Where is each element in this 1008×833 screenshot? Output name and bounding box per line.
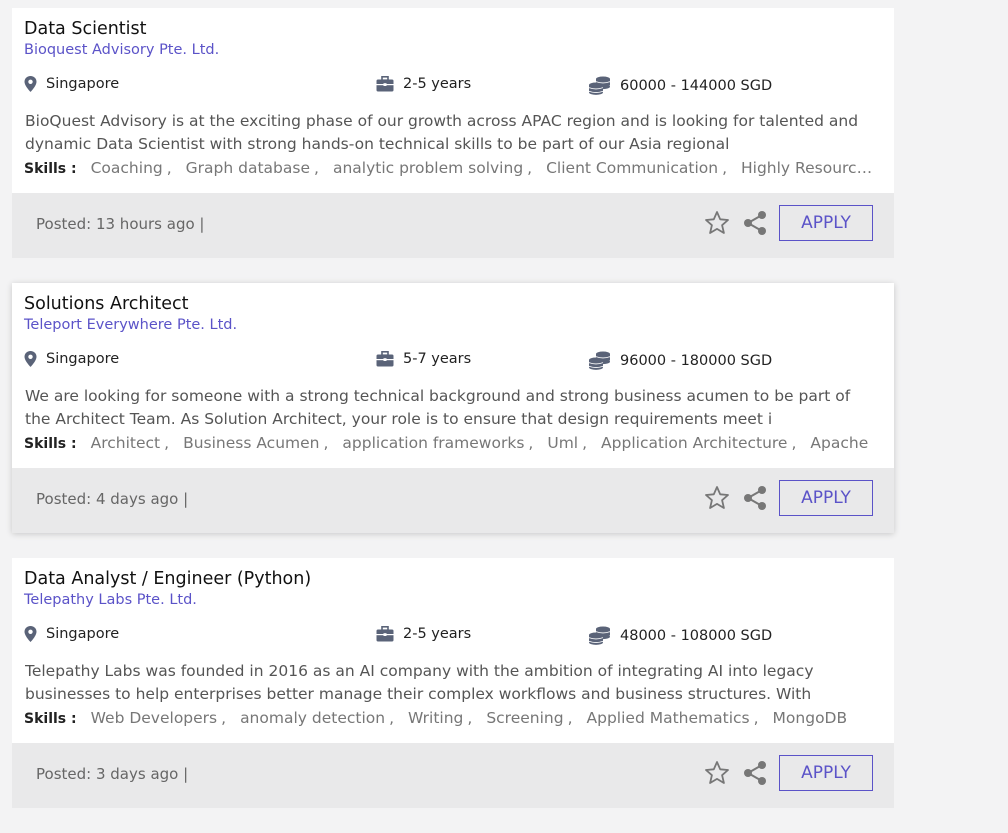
job-description: BioQuest Advisory is at the exciting pha… bbox=[25, 112, 859, 153]
briefcase-icon bbox=[376, 76, 394, 92]
location-text: Singapore bbox=[46, 626, 120, 642]
skills-label: Skills : bbox=[24, 436, 77, 452]
location-text: Singapore bbox=[46, 351, 120, 367]
skill-tag: anomaly detection bbox=[240, 709, 386, 727]
skill-tag: Client Communication bbox=[546, 159, 719, 177]
job-card[interactable]: Data Analyst / Engineer (Python) Telepat… bbox=[12, 558, 894, 808]
skill-tag: Coaching bbox=[90, 159, 163, 177]
job-list: Data Scientist Bioquest Advisory Pte. Lt… bbox=[12, 8, 894, 833]
star-icon[interactable] bbox=[704, 760, 730, 786]
job-experience: 2-5 years bbox=[376, 626, 471, 642]
skill-tag: Architect bbox=[90, 434, 161, 452]
skill-tag: Uml bbox=[547, 434, 579, 452]
briefcase-icon bbox=[376, 351, 394, 367]
coins-stack-icon bbox=[588, 626, 611, 645]
apply-button[interactable]: APPLY bbox=[779, 480, 873, 516]
experience-text: 2-5 years bbox=[403, 626, 472, 642]
skill-tag: MongoDB bbox=[772, 709, 848, 727]
share-icon[interactable] bbox=[743, 760, 767, 786]
skills-label: Skills : bbox=[24, 711, 77, 727]
skills-list: Skills : Architect, Business Acumen, applic… bbox=[24, 434, 869, 452]
skill-tag: application frameworks bbox=[342, 434, 525, 452]
skill-tag: Screening bbox=[486, 709, 564, 727]
job-location: Singapore bbox=[24, 76, 119, 92]
skill-tag: Application Architecture bbox=[601, 434, 788, 452]
job-card[interactable]: Solutions Architect Teleport Everywhere … bbox=[12, 283, 894, 533]
skill-tag: Web Developers bbox=[90, 709, 218, 727]
job-location: Singapore bbox=[24, 351, 119, 367]
skill-tag: Applied Mathematics bbox=[586, 709, 750, 727]
skill-tag: Highly Resourceful bbox=[741, 159, 879, 177]
posted-time: Posted: 3 days ago | bbox=[36, 765, 189, 783]
job-experience: 2-5 years bbox=[376, 76, 471, 92]
location-text: Singapore bbox=[46, 76, 120, 92]
skill-tag: Business Acumen bbox=[183, 434, 320, 452]
job-salary: 48000 - 108000 SGD bbox=[588, 626, 772, 645]
apply-button[interactable]: APPLY bbox=[779, 205, 873, 241]
job-location: Singapore bbox=[24, 626, 119, 642]
skill-tag: analytic problem solving bbox=[332, 159, 524, 177]
share-icon[interactable] bbox=[743, 210, 767, 236]
location-pin-icon bbox=[24, 351, 37, 367]
card-footer: Posted: 3 days ago | APPLY bbox=[12, 743, 894, 808]
company-name[interactable]: Bioquest Advisory Pte. Ltd. bbox=[24, 42, 219, 58]
job-description: We are looking for someone with a strong… bbox=[25, 387, 851, 428]
skills-label: Skills : bbox=[24, 161, 77, 177]
salary-text: 96000 - 180000 SGD bbox=[620, 352, 773, 369]
apply-button[interactable]: APPLY bbox=[779, 755, 873, 791]
location-pin-icon bbox=[24, 76, 37, 92]
salary-text: 60000 - 144000 SGD bbox=[620, 77, 773, 94]
skill-tag: Graph database bbox=[185, 159, 311, 177]
job-salary: 60000 - 144000 SGD bbox=[588, 76, 772, 95]
job-title[interactable]: Solutions Architect bbox=[24, 294, 188, 314]
experience-text: 5-7 years bbox=[403, 351, 472, 367]
skills-list: Skills : Coaching, Graph database, analytic… bbox=[24, 159, 879, 177]
job-experience: 5-7 years bbox=[376, 351, 471, 367]
coins-stack-icon bbox=[588, 76, 611, 95]
salary-text: 48000 - 108000 SGD bbox=[620, 627, 773, 644]
coins-stack-icon bbox=[588, 351, 611, 370]
skill-tag: Apache bbox=[810, 434, 869, 452]
skill-tag: Writing bbox=[408, 709, 464, 727]
card-footer: Posted: 4 days ago | APPLY bbox=[12, 468, 894, 533]
posted-time: Posted: 13 hours ago | bbox=[36, 215, 205, 233]
star-icon[interactable] bbox=[704, 485, 730, 511]
job-title[interactable]: Data Scientist bbox=[24, 19, 147, 39]
briefcase-icon bbox=[376, 626, 394, 642]
experience-text: 2-5 years bbox=[403, 76, 472, 92]
skills-list: Skills : Web Developers, anomaly detection… bbox=[24, 709, 848, 727]
job-salary: 96000 - 180000 SGD bbox=[588, 351, 772, 370]
card-footer: Posted: 13 hours ago | APPLY bbox=[12, 193, 894, 258]
job-title[interactable]: Data Analyst / Engineer (Python) bbox=[24, 569, 311, 589]
location-pin-icon bbox=[24, 626, 37, 642]
share-icon[interactable] bbox=[743, 485, 767, 511]
company-name[interactable]: Telepathy Labs Pte. Ltd. bbox=[24, 592, 197, 608]
star-icon[interactable] bbox=[704, 210, 730, 236]
company-name[interactable]: Teleport Everywhere Pte. Ltd. bbox=[24, 317, 237, 333]
posted-time: Posted: 4 days ago | bbox=[36, 490, 189, 508]
job-card[interactable]: Data Scientist Bioquest Advisory Pte. Lt… bbox=[12, 8, 894, 258]
job-description: Telepathy Labs was founded in 2016 as an… bbox=[25, 662, 814, 703]
